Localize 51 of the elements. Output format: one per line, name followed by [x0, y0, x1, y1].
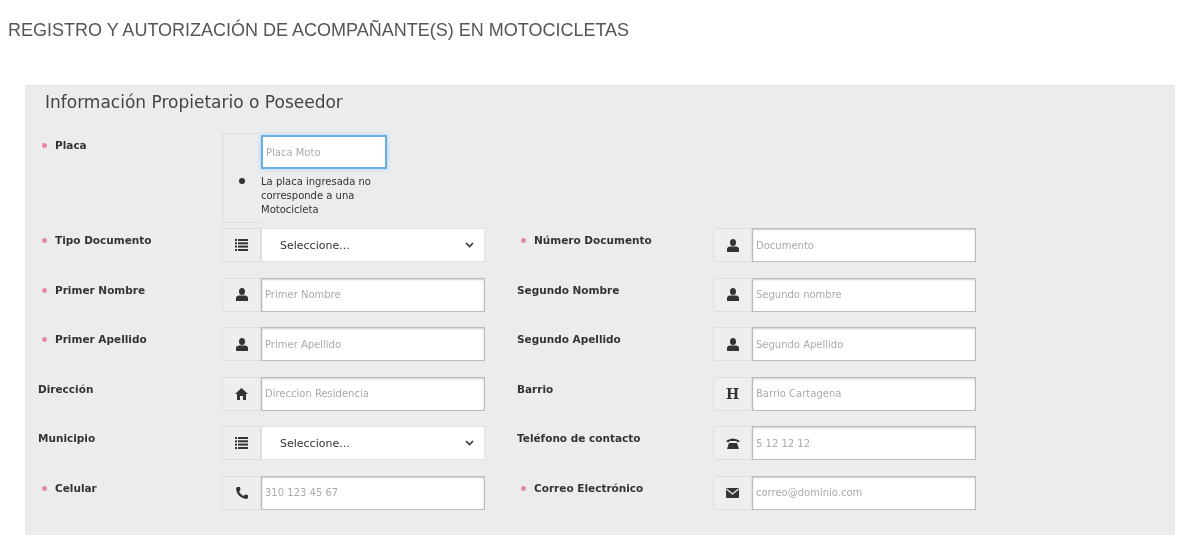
field-label: Dirección [38, 382, 94, 395]
field-label: Primer Nombre [55, 283, 146, 296]
field-label: Tipo Documento [55, 234, 152, 246]
field-label: Barrio [517, 382, 554, 395]
list-icon [235, 239, 248, 251]
input-field[interactable]: Primer Nombre [261, 277, 485, 312]
user-icon [235, 288, 248, 302]
caret-icon [465, 242, 474, 248]
list-icon [235, 437, 248, 450]
input-field[interactable]: Segundo Apellido [752, 327, 976, 362]
phone-icon [235, 486, 248, 499]
input-field[interactable]: 310 123 45 67 [261, 475, 485, 510]
user-icon [726, 337, 739, 351]
field-label: Primer Apellido [55, 333, 147, 346]
section-heading: Información Propietario o Poseedor [45, 92, 344, 114]
required-icon [42, 287, 47, 293]
input-field[interactable]: Primer Apellido [261, 327, 485, 362]
input-field[interactable]: Direccion Residencia [261, 376, 485, 411]
home-icon [235, 387, 248, 400]
header-icon: H [725, 386, 740, 401]
select-field[interactable]: Seleccione... [261, 426, 485, 461]
field-label: Segundo Nombre [517, 283, 620, 296]
envelope-icon [726, 487, 739, 498]
field-label: Celular [55, 481, 97, 494]
required-icon [42, 238, 47, 243]
required-icon [42, 337, 47, 343]
error-message: La placa ingresada no corresponde a una Motocicleta [261, 175, 372, 217]
field-label: Segundo Apellido [517, 333, 621, 346]
required-icon [42, 485, 47, 491]
caret-icon [465, 440, 474, 447]
required-icon [521, 485, 526, 491]
input-field[interactable]: correo@dominio.com [752, 475, 976, 510]
input-field[interactable]: Placa Moto [261, 135, 387, 169]
required-icon [42, 143, 47, 148]
user-icon [235, 337, 248, 351]
bullet-icon [239, 178, 245, 184]
select-field[interactable]: Seleccione... [261, 228, 485, 262]
required-icon [521, 238, 526, 243]
input-field[interactable]: Barrio Cartagena [752, 376, 976, 411]
desk-phone-icon [725, 437, 740, 450]
field-label: Placa [55, 139, 87, 151]
field-label: Municipio [38, 432, 96, 445]
field-label: Correo Electrónico [534, 481, 644, 494]
input-field[interactable]: Documento [752, 228, 976, 262]
field-label: Teléfono de contacto [517, 432, 641, 445]
field-label: Número Documento [534, 234, 652, 246]
page-title: REGISTRO Y AUTORIZACIÓN DE ACOMPAÑANTE(S) EN MOTOCICLETAS [8, 20, 631, 42]
user-icon [726, 288, 739, 302]
user-icon [726, 238, 739, 252]
input-field[interactable]: 5 12 12 12 [752, 426, 976, 461]
input-field[interactable]: Segundo nombre [752, 277, 976, 312]
